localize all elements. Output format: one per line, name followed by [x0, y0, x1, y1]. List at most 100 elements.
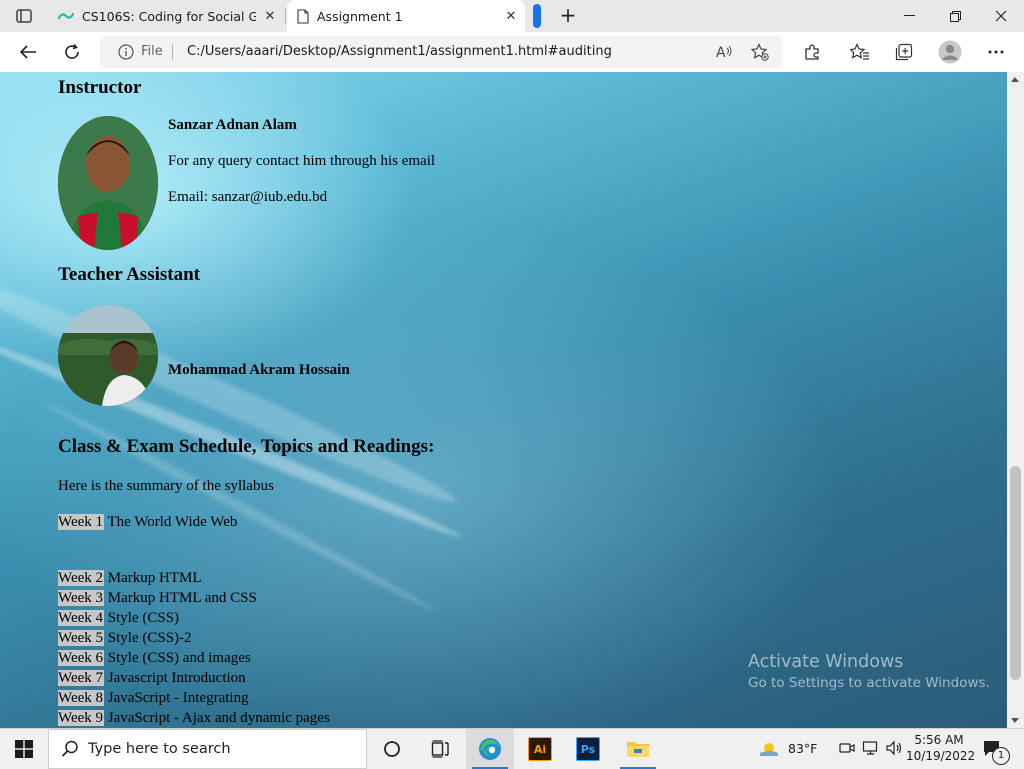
week-topic: JavaScript - Integrating	[107, 690, 249, 706]
list-item: Week 7 Javascript Introduction	[58, 668, 246, 688]
week-label: Week 7	[58, 670, 105, 686]
tab-title: CS106S: Coding for Social Good	[82, 8, 256, 24]
list-item: Week 5 Style (CSS)-2	[58, 628, 192, 648]
assistant-photo	[58, 305, 158, 406]
system-clock[interactable]: 5:56 AM 10/19/2022	[906, 732, 976, 764]
volume-icon[interactable]	[886, 739, 904, 757]
refresh-icon	[65, 43, 79, 59]
assistant-name: Mohammad Akram Hossain	[168, 362, 350, 378]
illustrator-icon: Ai	[528, 737, 552, 761]
svg-text:A: A	[716, 45, 726, 60]
tab-actions-button[interactable]	[8, 4, 40, 28]
instructor-contact-note: For any query contact him through his em…	[168, 153, 436, 169]
scroll-up-arrow-icon[interactable]	[1011, 77, 1019, 82]
taskbar-app-file-explorer[interactable]	[614, 729, 662, 769]
week-label: Week 9	[58, 710, 105, 726]
minimize-button[interactable]	[886, 0, 932, 32]
watermark-subtitle: Go to Settings to activate Windows.	[748, 675, 990, 691]
week-topic: Style (CSS)	[107, 610, 180, 626]
schedule-heading: Class & Exam Schedule, Topics and Readin…	[58, 436, 435, 457]
scrollbar-thumb[interactable]	[1010, 466, 1021, 680]
tab-cs106s[interactable]: CS106S: Coding for Social Good ✕	[48, 0, 284, 32]
file-scheme-label: File	[141, 44, 163, 59]
puzzle-icon	[805, 44, 819, 60]
list-item: Week 6 Style (CSS) and images	[58, 648, 251, 668]
more-icon	[988, 50, 1004, 54]
minimize-icon	[903, 15, 915, 16]
page-viewport: Instructor Sanzar Adnan Alam For any que…	[0, 72, 1007, 728]
tab-scroll-indicator[interactable]	[533, 4, 541, 28]
meet-now-icon[interactable]	[838, 739, 856, 757]
tab-title: Assignment 1	[317, 8, 403, 24]
week-label: Week 3	[58, 590, 105, 606]
tab-assignment-1[interactable]: Assignment 1 ✕	[287, 0, 525, 32]
task-view-button[interactable]	[416, 729, 464, 769]
refresh-button[interactable]	[58, 38, 86, 66]
list-item: Week 3 Markup HTML and CSS	[58, 588, 257, 608]
collections-button[interactable]	[890, 38, 918, 66]
task-view-icon	[431, 740, 449, 758]
cortana-icon	[384, 741, 400, 757]
start-button[interactable]	[0, 729, 48, 769]
collections-icon	[895, 43, 913, 61]
weather-temperature[interactable]: 83°F	[788, 741, 817, 756]
cs-logo-icon	[58, 12, 74, 20]
instructor-name: Sanzar Adnan Alam	[168, 117, 297, 133]
tab-actions-icon	[16, 9, 32, 23]
week-label: Week 5	[58, 630, 105, 646]
settings-more-button[interactable]	[982, 38, 1010, 66]
page-scrollbar[interactable]	[1007, 72, 1024, 728]
notification-badge: 1	[992, 747, 1010, 765]
network-icon[interactable]	[862, 739, 880, 757]
clock-date: 10/19/2022	[906, 749, 976, 763]
browser-toolbar: File C:/Users/aaari/Desktop/Assignment1/…	[0, 32, 1024, 73]
restore-button[interactable]	[932, 0, 978, 32]
new-tab-button[interactable]: +	[556, 4, 580, 28]
syllabus-summary: Here is the summary of the syllabus	[58, 478, 274, 494]
url-text[interactable]: C:/Users/aaari/Desktop/Assignment1/assig…	[187, 44, 612, 59]
favorites-button[interactable]	[846, 38, 874, 66]
watermark-title: Activate Windows	[748, 652, 904, 672]
week-label: Week 8	[58, 690, 105, 706]
taskbar-app-photoshop[interactable]: Ps	[564, 729, 612, 769]
scroll-down-arrow-icon[interactable]	[1011, 718, 1019, 723]
read-aloud-icon[interactable]: A	[714, 42, 734, 62]
activate-windows-watermark: Activate Windows Go to Settings to activ…	[748, 652, 990, 691]
info-icon[interactable]	[118, 44, 134, 60]
address-bar[interactable]: File C:/Users/aaari/Desktop/Assignment1/…	[100, 36, 782, 68]
restore-icon	[949, 10, 961, 22]
close-tab-icon[interactable]: ✕	[497, 9, 525, 24]
favorites-icon	[850, 43, 869, 60]
search-placeholder: Type here to search	[88, 741, 231, 757]
add-favorite-icon[interactable]	[750, 42, 770, 62]
profile-button[interactable]	[936, 38, 964, 66]
week-topic: Style (CSS) and images	[107, 650, 251, 666]
weather-icon[interactable]	[758, 739, 780, 757]
extensions-button[interactable]	[798, 38, 826, 66]
week-topic: Javascript Introduction	[107, 670, 246, 686]
teacher-assistant-heading: Teacher Assistant	[58, 264, 200, 285]
clock-time: 5:56 AM	[914, 733, 964, 747]
back-button[interactable]	[14, 38, 42, 66]
taskbar-search[interactable]: Type here to search	[48, 729, 367, 769]
list-item: Week 4 Style (CSS)	[58, 608, 179, 628]
address-divider	[172, 44, 173, 60]
close-window-button[interactable]	[978, 0, 1024, 32]
week-topic: Markup HTML and CSS	[107, 590, 257, 606]
close-tab-icon[interactable]: ✕	[256, 9, 284, 24]
taskbar-app-edge[interactable]	[466, 729, 514, 769]
edge-icon	[479, 738, 501, 760]
instructor-email: Email: sanzar@iub.edu.bd	[168, 189, 328, 205]
tab-strip: CS106S: Coding for Social Good ✕ Assignm…	[0, 0, 1024, 32]
list-item: Week 8 JavaScript - Integrating	[58, 688, 249, 708]
cortana-button[interactable]	[368, 729, 416, 769]
folder-icon	[627, 742, 649, 757]
taskbar-app-illustrator[interactable]: Ai	[516, 729, 564, 769]
tab-separator	[285, 8, 286, 24]
week-topic: Markup HTML	[107, 570, 202, 586]
week-topic: Style (CSS)-2	[107, 630, 192, 646]
list-item: Week 1 The World Wide Web	[58, 512, 237, 532]
windows-logo-icon	[15, 740, 33, 758]
close-icon	[995, 10, 1007, 22]
photoshop-icon: Ps	[576, 737, 600, 761]
